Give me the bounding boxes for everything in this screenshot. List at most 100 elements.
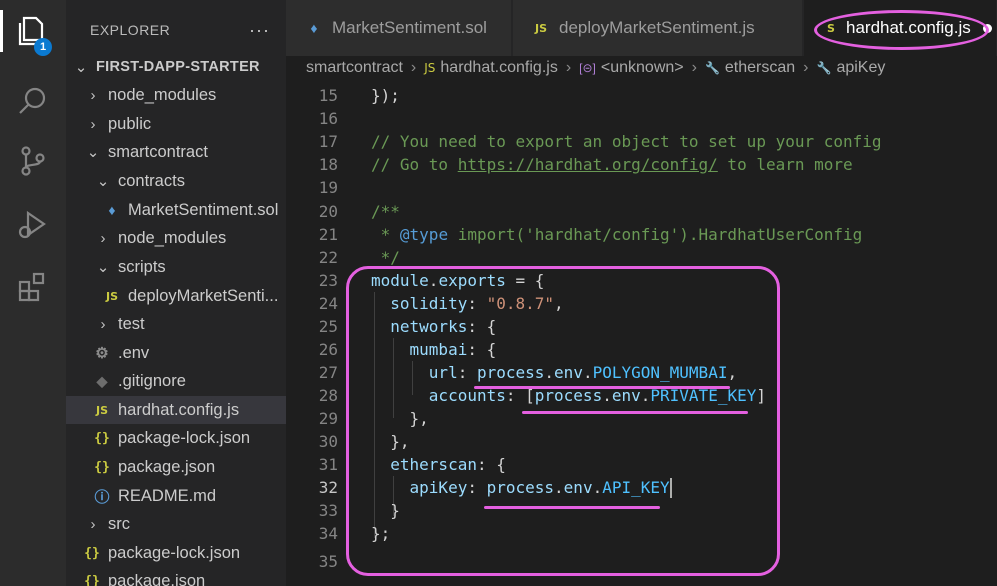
line-number: 17 <box>318 132 338 151</box>
tree-folder-src[interactable]: › src <box>66 510 286 538</box>
code-comment: /** <box>371 202 400 221</box>
extensions-icon[interactable] <box>14 268 52 306</box>
tree-folder-test[interactable]: › test <box>66 310 286 338</box>
line-number: 35 <box>318 552 338 571</box>
tree-label: src <box>108 514 130 533</box>
code-line: 23 module. exports = { <box>286 269 997 292</box>
tree-file-readme[interactable]: ⓘ README.md <box>66 482 286 510</box>
line-number: 27 <box>318 363 338 382</box>
tab-label: deployMarketSentiment.js <box>559 18 755 37</box>
wrench-icon: 🔧 <box>704 61 720 75</box>
text-cursor <box>669 477 672 498</box>
code-punct: }, <box>371 432 410 451</box>
json-file-icon: {} <box>94 430 110 446</box>
info-icon: ⓘ <box>94 488 110 506</box>
code-line: 22 */ <box>286 246 997 269</box>
code-punct: : { <box>467 340 497 359</box>
code-line: 35 <box>286 550 997 573</box>
tree-file-package-json[interactable]: {} package.json <box>66 453 286 481</box>
tree-label: contracts <box>118 171 185 190</box>
code-line: 30 }, <box>286 430 997 453</box>
breadcrumb-property[interactable]: apiKey <box>836 59 885 77</box>
active-indicator <box>0 10 3 52</box>
tab-label: hardhat.config.js <box>846 18 971 37</box>
wrench-icon: 🔧 <box>816 61 832 75</box>
code-punct: . <box>602 386 612 405</box>
code-line: 34 }; <box>286 522 997 545</box>
chevron-right-icon: › <box>90 115 96 133</box>
run-debug-icon[interactable] <box>14 206 52 244</box>
code-punct <box>371 478 410 497</box>
code-punct: , <box>554 294 564 313</box>
code-punct <box>371 340 410 359</box>
code-punct: = { <box>505 271 545 290</box>
activity-bar: 1 <box>0 0 66 586</box>
code-punct: } <box>371 501 400 520</box>
chevron-down-icon: ⌄ <box>74 59 88 76</box>
tree-folder-node-modules[interactable]: › node_modules <box>66 81 286 109</box>
tab-deploy-script[interactable]: JS deployMarketSentiment.js <box>513 0 803 56</box>
code-token: etherscan <box>390 455 477 474</box>
code-constant: API_KEY <box>602 478 670 497</box>
code-line: 18 // Go to https://hardhat.org/config/ … <box>286 153 997 176</box>
breadcrumb-symbol[interactable]: <unknown> <box>601 59 684 77</box>
tree-label: public <box>108 114 152 133</box>
line-number: 29 <box>318 409 338 428</box>
chevron-right-icon: › <box>100 315 106 333</box>
chevron-right-icon: › <box>100 229 106 247</box>
tree-file-hardhat-config[interactable]: JS hardhat.config.js <box>66 396 286 424</box>
tab-hardhat-config[interactable]: S hardhat.config.js <box>804 0 997 56</box>
chevron-down-icon: ⌄ <box>86 144 100 161</box>
code-line: 31 etherscan: { <box>286 453 997 476</box>
explorer-header: EXPLORER ··· <box>90 18 270 42</box>
tree-file-gitignore[interactable]: ◆ .gitignore <box>66 367 286 395</box>
code-token: env <box>611 386 641 405</box>
code-punct: ] <box>756 386 766 405</box>
code-editor[interactable]: 15 }); 16 17 // You need to export an ob… <box>286 80 997 586</box>
tree-file-market-sentiment-sol[interactable]: ♦ MarketSentiment.sol <box>66 196 286 224</box>
tab-market-sentiment-sol[interactable]: ♦ MarketSentiment.sol <box>286 0 512 56</box>
solidity-file-icon: ♦ <box>310 20 318 36</box>
code-punct: : <box>457 363 477 382</box>
js-file-icon: JS <box>424 61 436 75</box>
json-file-icon: {} <box>94 459 110 475</box>
tree-file-root-package-json[interactable]: {} package.json <box>66 567 286 586</box>
line-number: 28 <box>318 386 338 405</box>
js-file-icon: JS <box>105 289 118 303</box>
code-punct: : <box>467 478 487 497</box>
code-line: 21 * @type import('hardhat/config').Hard… <box>286 223 997 246</box>
unsaved-dot-icon[interactable] <box>982 23 992 33</box>
chevron-right-icon: › <box>410 59 417 76</box>
code-constant: PRIVATE_KEY <box>650 386 757 405</box>
tree-folder-scripts[interactable]: ⌄ scripts <box>66 253 286 281</box>
source-control-icon[interactable] <box>14 142 52 180</box>
js-file-icon: S <box>827 21 835 35</box>
search-icon[interactable] <box>14 82 52 120</box>
tree-label: hardhat.config.js <box>118 400 240 419</box>
tree-folder-contracts[interactable]: ⌄ contracts <box>66 167 286 195</box>
tree-folder-node-modules-2[interactable]: › node_modules <box>66 224 286 252</box>
git-icon: ◆ <box>96 372 108 389</box>
comment-link[interactable]: https://hardhat.org/config/ <box>458 155 718 174</box>
code-punct: . <box>592 478 603 497</box>
explorer-title: EXPLORER <box>90 22 171 38</box>
tree-folder-smartcontract[interactable]: ⌄ smartcontract <box>66 138 286 166</box>
breadcrumb-file[interactable]: hardhat.config.js <box>440 59 557 77</box>
tree-folder-public[interactable]: › public <box>66 110 286 138</box>
tree-file-env[interactable]: ⚙ .env <box>66 339 286 367</box>
tree-file-package-lock[interactable]: {} package-lock.json <box>66 424 286 452</box>
more-actions-icon[interactable]: ··· <box>249 20 270 41</box>
breadcrumb: smartcontract › JS hardhat.config.js › [… <box>286 56 997 80</box>
breadcrumb-property[interactable]: etherscan <box>725 59 795 77</box>
tree-root-folder[interactable]: ⌄ FIRST-DAPP-STARTER <box>66 53 286 81</box>
code-token: exports <box>438 271 506 290</box>
code-line: 28 accounts: [process. env. PRIVATE_KEY] <box>286 384 997 407</box>
code-punct <box>371 455 390 474</box>
tree-file-deploy-script[interactable]: JS deployMarketSenti... <box>66 282 286 310</box>
breadcrumb-folder[interactable]: smartcontract <box>306 59 403 77</box>
code-token: process <box>486 478 555 497</box>
code-token: env <box>554 363 583 382</box>
code-punct: . <box>554 478 564 497</box>
line-number: 23 <box>318 271 338 290</box>
tree-file-root-package-lock[interactable]: {} package-lock.json <box>66 539 286 567</box>
